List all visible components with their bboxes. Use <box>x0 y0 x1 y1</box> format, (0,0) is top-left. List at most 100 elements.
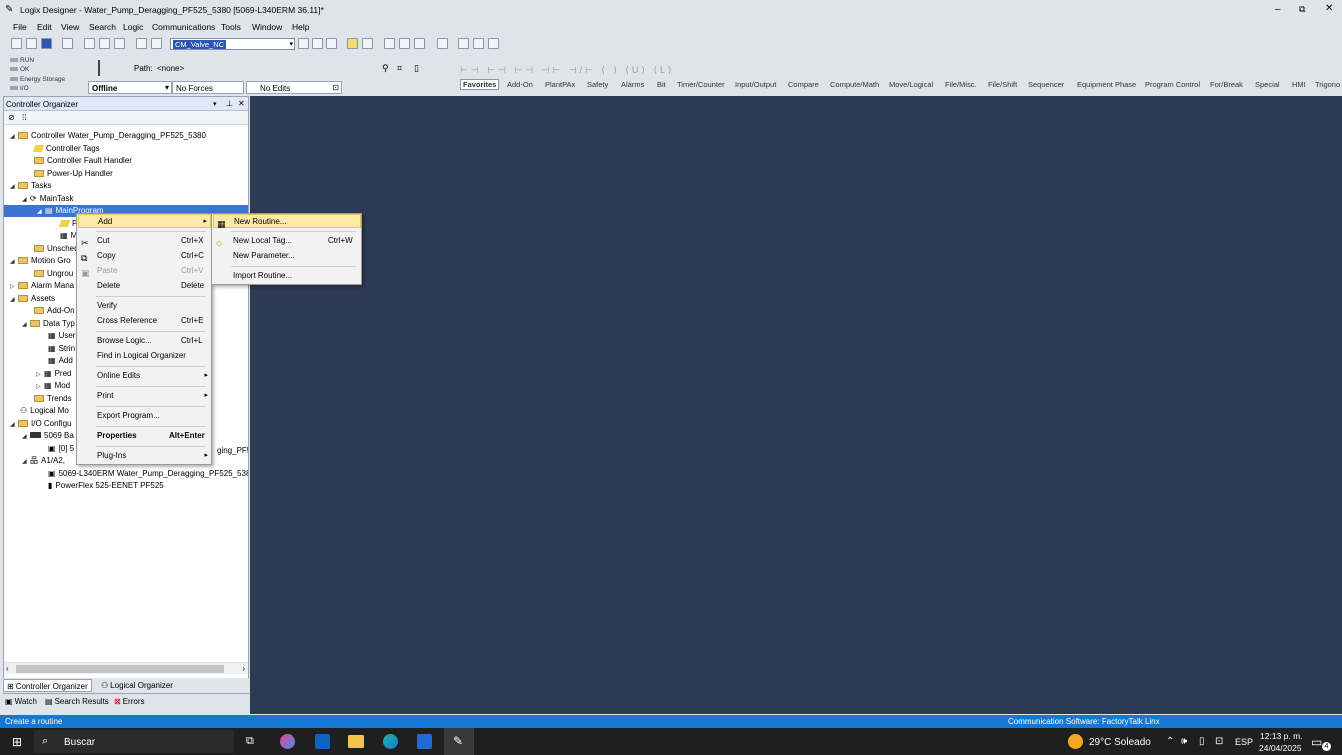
tree-node-add-on[interactable]: Add-On <box>34 305 75 317</box>
tab-plantpax[interactable]: PlantPAx <box>543 80 577 89</box>
tree-node-powerflex[interactable]: ▮ PowerFlex 525-EENET PF525 <box>48 480 164 492</box>
menu-edit[interactable]: Edit <box>37 22 52 32</box>
tab-errors[interactable]: ⊠ Errors <box>114 697 144 706</box>
tab-search-results[interactable]: ▤ Search Results <box>45 697 109 706</box>
tab-favorites[interactable]: Favorites <box>460 79 500 90</box>
edge-icon[interactable] <box>383 734 398 749</box>
scrollbar-thumb[interactable] <box>16 665 224 673</box>
tree-node-tasks[interactable]: ◢ Tasks <box>10 180 51 192</box>
workspace-area[interactable] <box>250 96 1342 714</box>
tab-special[interactable]: Special <box>1253 80 1282 89</box>
tree-node-slot-0[interactable]: ▣ [0] 5 <box>48 443 74 455</box>
tree-node-trends[interactable]: Trends <box>34 393 72 405</box>
menu-item-paste[interactable]: ▣ Paste Ctrl+V <box>78 264 211 278</box>
menu-window[interactable]: Window <box>252 22 282 32</box>
chevron-down-icon[interactable]: ▾ <box>289 40 293 48</box>
menu-item-verify[interactable]: Verify <box>78 299 211 313</box>
tree-node-assets[interactable]: ◢ Assets <box>10 293 55 305</box>
menu-item-add[interactable]: Add ▸ <box>78 214 211 228</box>
menu-item-export-program[interactable]: Export Program... <box>78 409 211 423</box>
clock-time[interactable]: 12:13 p. m. <box>1260 731 1303 741</box>
tree-node-maintask[interactable]: ◢ ⟳ MainTask <box>22 193 74 205</box>
language-indicator[interactable]: ESP <box>1235 737 1253 747</box>
menu-view[interactable]: View <box>61 22 79 32</box>
menu-item-cut[interactable]: ✂ Cut Ctrl+X <box>78 234 211 248</box>
menu-item-new-routine[interactable]: ▦ New Routine... <box>213 214 361 229</box>
save-icon[interactable] <box>41 38 52 49</box>
network-tray-icon[interactable]: ⊡ <box>1215 736 1223 747</box>
minimize-button[interactable]: – <box>1275 4 1281 15</box>
windows-start-icon[interactable]: ⊞ <box>12 735 22 749</box>
forces-dropdown[interactable]: No Forces <box>172 81 244 94</box>
print-icon[interactable] <box>62 38 73 49</box>
zoom-icon[interactable] <box>458 38 469 49</box>
weather-text[interactable]: 29°C Soleado <box>1089 737 1151 748</box>
find-icon[interactable] <box>326 38 337 49</box>
scroll-left-icon[interactable]: ‹ <box>6 664 9 673</box>
menu-file[interactable]: File <box>13 22 27 32</box>
mode-dropdown[interactable]: Offline ▾ <box>88 81 172 94</box>
tree-node-power-up-handler[interactable]: Power-Up Handler <box>34 168 113 180</box>
tree-node-controller-module[interactable]: ▣ 5069-L340ERM Water_Pump_Deragging_PF525… <box>48 468 248 480</box>
tree-node-strings[interactable]: ▦ Strin <box>48 343 75 355</box>
menu-item-new-parameter[interactable]: New Parameter... <box>213 249 361 263</box>
cut-icon[interactable] <box>84 38 95 49</box>
menu-item-copy[interactable]: ⧉ Copy Ctrl+C <box>78 249 211 263</box>
task-view-icon[interactable]: ⧉ <box>246 735 254 748</box>
tree-node-motion-groups[interactable]: ◢ Motion Gro <box>10 255 71 267</box>
tree-node-alarm-manager[interactable]: ▷ Alarm Mana <box>10 280 74 292</box>
tab-compute-math[interactable]: Compute/Math <box>828 80 881 89</box>
tree-node-module-defined[interactable]: ▷ ▦ Mod <box>36 380 70 392</box>
new-icon[interactable] <box>11 38 22 49</box>
scroll-right-icon[interactable]: › <box>242 664 245 673</box>
volume-icon[interactable]: 🕪 <box>1181 736 1187 747</box>
menu-item-cross-reference[interactable]: Cross Reference Ctrl+E <box>78 314 211 328</box>
tab-logical-organizer[interactable]: ⚇ Logical Organizer <box>98 679 176 692</box>
ladder-elements-icon[interactable]: ⊢⊣ ⊢⊣ ⊢⊣ ⊣⊢ ⊣/⊢ ⟨ ⟩ ⟨U⟩ ⟨L⟩ <box>460 65 674 76</box>
find-next-icon[interactable] <box>312 38 323 49</box>
tool-icon[interactable] <box>488 38 499 49</box>
who-active-icon[interactable]: ⚲ <box>382 63 389 74</box>
logix-designer-taskbar-button[interactable]: ✎ <box>444 728 474 755</box>
clock-date[interactable]: 24/04/2025 <box>1259 743 1302 753</box>
browse-icon[interactable] <box>437 38 448 49</box>
copilot-icon[interactable] <box>280 734 295 749</box>
undo-icon[interactable] <box>136 38 147 49</box>
tray-chevron-icon[interactable]: ⌃ <box>1166 736 1174 747</box>
tree-view-icon[interactable]: ⁞⁞ <box>22 113 26 122</box>
verify-routine-icon[interactable] <box>384 38 395 49</box>
tab-equipment-phase[interactable]: Equipment Phase <box>1075 80 1138 89</box>
tree-node-add-on-defined[interactable]: ▦ Add <box>48 355 73 367</box>
menu-item-browse-logic[interactable]: Browse Logic... Ctrl+L <box>78 334 211 348</box>
menu-item-print[interactable]: Print ▸ <box>78 389 211 403</box>
tree-node-predefined[interactable]: ▷ ▦ Pred <box>36 368 71 380</box>
close-icon[interactable]: ✕ <box>238 99 245 108</box>
tab-controller-organizer[interactable]: ⊞ Controller Organizer <box>3 679 92 692</box>
copy-icon[interactable] <box>99 38 110 49</box>
tab-input-output[interactable]: Input/Output <box>733 80 778 89</box>
search-combobox[interactable]: CM_Valve_NC ▾ <box>170 38 295 50</box>
menu-item-properties[interactable]: Properties Alt+Enter <box>78 429 211 443</box>
logical-organizer-icon[interactable] <box>362 38 373 49</box>
pane-menu-icon[interactable]: ▾ <box>213 100 217 108</box>
tab-program-control[interactable]: Program Control <box>1143 80 1202 89</box>
menu-help[interactable]: Help <box>292 22 309 32</box>
tab-alarms[interactable]: Alarms <box>619 80 646 89</box>
tab-compare[interactable]: Compare <box>786 80 821 89</box>
menu-communications[interactable]: Communications <box>152 22 215 32</box>
tab-watch[interactable]: ▣ Watch <box>5 697 37 706</box>
outlook-icon[interactable] <box>315 734 330 749</box>
tab-file-misc[interactable]: File/Misc. <box>943 80 979 89</box>
menu-search[interactable]: Search <box>89 22 116 32</box>
tree-node-ethernet[interactable]: ◢ 品 A1/A2, <box>22 455 65 467</box>
tab-file-shift[interactable]: File/Shift <box>986 80 1019 89</box>
close-button[interactable]: ✕ <box>1325 3 1333 14</box>
tree-node-5069-backplane[interactable]: ◢ 5069 Ba <box>22 430 74 442</box>
redo-icon[interactable] <box>151 38 162 49</box>
tree-node-fault-handler[interactable]: Controller Fault Handler <box>34 155 132 167</box>
open-icon[interactable] <box>26 38 37 49</box>
find-prev-icon[interactable] <box>298 38 309 49</box>
menu-item-online-edits[interactable]: Online Edits ▸ <box>78 369 211 383</box>
tree-node-mainroutine[interactable]: ▦ M <box>60 230 77 242</box>
chevron-down-icon[interactable]: ▾ <box>165 83 169 92</box>
